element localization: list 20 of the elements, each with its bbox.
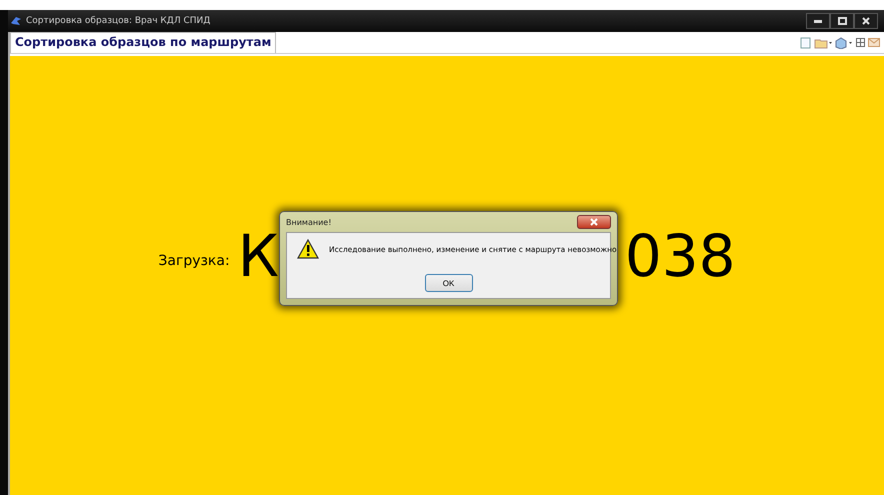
minimize-button[interactable] <box>806 13 830 29</box>
code-text: 038 <box>624 226 736 284</box>
load-label: Загрузка: <box>158 252 230 268</box>
close-icon <box>862 17 870 25</box>
ok-button[interactable]: OK <box>424 274 472 292</box>
window-title: Сортировка образцов: Врач КДЛ СПИД <box>26 16 210 26</box>
grid-icon[interactable] <box>856 38 865 47</box>
close-icon <box>590 218 598 226</box>
dialog-title: Внимание! <box>286 218 332 226</box>
maximize-button[interactable] <box>830 13 854 29</box>
app-icon <box>10 15 22 27</box>
cube-icon[interactable] <box>835 36 853 48</box>
close-button[interactable] <box>854 13 878 29</box>
maximize-icon <box>838 17 846 25</box>
tab[interactable]: Сортировка образцов по маршрутам <box>10 32 276 53</box>
minimize-icon <box>814 20 822 22</box>
close-button[interactable] <box>577 215 611 229</box>
code-text: К <box>238 226 279 284</box>
warning-icon <box>297 239 319 259</box>
folder-icon[interactable] <box>814 36 832 48</box>
